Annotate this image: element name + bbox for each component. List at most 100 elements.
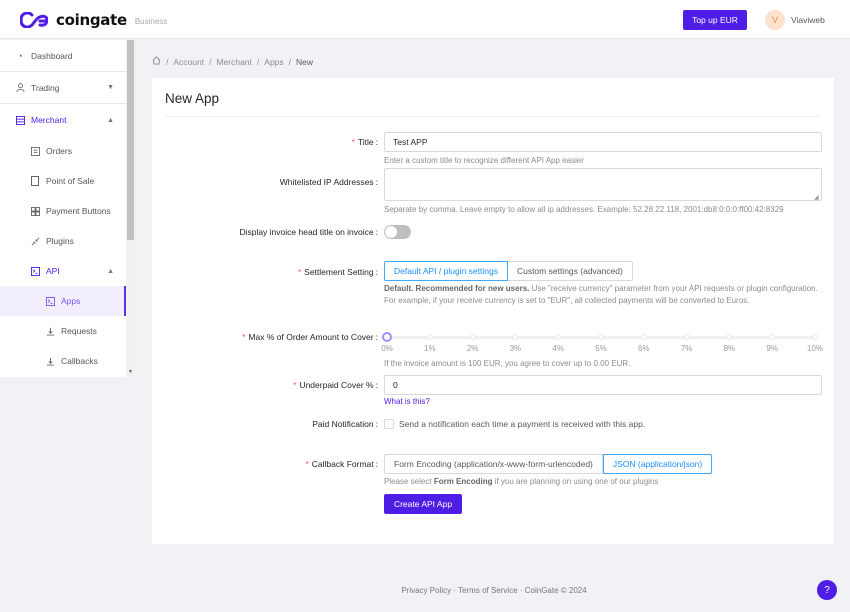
sidebar-item-requests[interactable]: Requests xyxy=(0,316,126,346)
sidebar-item-api[interactable]: API ▲ xyxy=(0,256,126,286)
sidebar-item-label: Apps xyxy=(61,296,81,306)
breadcrumb-separator: / xyxy=(166,56,169,67)
footer-links[interactable]: Privacy Policy · Terms of Service · Coin… xyxy=(0,586,850,595)
sidebar-item-label: API xyxy=(46,266,60,276)
whitelisted-ip-input[interactable] xyxy=(384,168,822,201)
home-icon[interactable] xyxy=(152,56,161,67)
sidebar-item-label: Orders xyxy=(46,146,72,156)
settlement-label: * Settlement Setting: xyxy=(298,267,378,277)
download-icon xyxy=(45,326,55,336)
sidebar-item-apps[interactable]: Apps xyxy=(0,286,126,316)
slider-mark-label[interactable]: 3% xyxy=(510,344,522,353)
slider-mark-label[interactable]: 4% xyxy=(552,344,564,353)
divider xyxy=(165,116,821,117)
sidebar-scrollbar[interactable]: ▼ xyxy=(126,40,135,377)
ip-help: Separate by comma. Leave empty to allow … xyxy=(384,205,784,214)
callback-json-option[interactable]: JSON (application/json) xyxy=(602,454,713,474)
callback-format-label: * Callback Format: xyxy=(305,459,378,469)
chevron-up-icon: ▲ xyxy=(107,267,114,275)
create-api-app-button[interactable]: Create API App xyxy=(384,494,462,514)
slider-mark-label[interactable]: 6% xyxy=(638,344,650,353)
top-up-button[interactable]: Top up EUR xyxy=(683,10,747,30)
sidebar-item-callbacks[interactable]: Callbacks xyxy=(0,346,126,376)
chevron-up-icon: ▲ xyxy=(107,116,114,124)
title-help: Enter a custom title to recognize differ… xyxy=(384,156,584,165)
slider-mark-label[interactable]: 1% xyxy=(424,344,436,353)
slider-step-dot[interactable] xyxy=(683,334,690,340)
sidebar-item-orders[interactable]: Orders xyxy=(0,136,126,166)
title-input[interactable] xyxy=(384,132,822,152)
breadcrumb-separator: / xyxy=(288,56,292,67)
sidebar-item-label: Merchant xyxy=(31,115,67,125)
download-icon xyxy=(45,356,55,366)
user-menu[interactable]: V Viaviweb xyxy=(765,10,825,30)
slider-mark-label[interactable]: 0% xyxy=(381,344,393,353)
settlement-default-option[interactable]: Default API / plugin settings xyxy=(384,261,508,281)
orders-icon xyxy=(30,146,40,156)
slider-mark-label[interactable]: 10% xyxy=(807,344,823,353)
slider-step-dot[interactable] xyxy=(469,334,476,340)
what-is-this-link[interactable]: What is this? xyxy=(384,397,430,406)
sidebar-item-point-of-sale[interactable]: Point of Sale xyxy=(0,166,126,196)
slider-mark-label[interactable]: 9% xyxy=(766,344,778,353)
sidebar-item-label: Plugins xyxy=(46,236,74,246)
breadcrumb-merchant[interactable]: Merchant xyxy=(216,57,251,67)
slider-handle[interactable] xyxy=(382,331,392,342)
help-button[interactable]: ? xyxy=(817,580,837,600)
sidebar-item-label: Point of Sale xyxy=(46,176,95,186)
slider-mark-label[interactable]: 7% xyxy=(681,344,693,353)
slider-step-dot[interactable] xyxy=(812,334,818,340)
slider-step-dot[interactable] xyxy=(555,334,562,340)
slider-step-dot[interactable] xyxy=(598,334,604,340)
paid-notification-text[interactable]: Send a notification each time a payment … xyxy=(399,419,645,429)
new-app-card: New App *Title: Enter a custom title to … xyxy=(152,78,834,544)
sidebar: ◔ Dashboard Trading ▼ Merchant ▲ Orders xyxy=(0,40,135,377)
slider-step-dot[interactable] xyxy=(512,334,519,340)
slider-step-dot[interactable] xyxy=(726,334,733,340)
sidebar-item-plugins[interactable]: Plugins xyxy=(0,226,126,256)
ip-label: Whitelisted IP Addresses: xyxy=(279,177,378,187)
logo-subtitle: Business xyxy=(134,16,168,26)
breadcrumb-account[interactable]: Account xyxy=(173,57,204,67)
store-icon xyxy=(15,115,25,125)
slider-mark-label[interactable]: 5% xyxy=(595,344,607,353)
breadcrumb-separator: / xyxy=(256,56,260,67)
callback-form-encoding-option[interactable]: Form Encoding (application/x-www-form-ur… xyxy=(384,454,603,474)
code-icon xyxy=(30,266,40,276)
logo[interactable]: coingate Business xyxy=(20,11,167,29)
settlement-custom-option[interactable]: Custom settings (advanced) xyxy=(507,261,633,281)
underpaid-cover-input[interactable] xyxy=(384,375,822,395)
scroll-down-arrow-icon[interactable]: ▼ xyxy=(126,369,135,375)
sidebar-item-payment-buttons[interactable]: Payment Buttons xyxy=(0,196,126,226)
sidebar-item-label: Callbacks xyxy=(61,356,98,366)
breadcrumb: / Account / Merchant / Apps / New xyxy=(152,56,318,67)
logo-text: coingate xyxy=(56,11,127,29)
sidebar-item-trading[interactable]: Trading ▼ xyxy=(0,72,126,104)
chevron-down-icon: ▼ xyxy=(107,84,114,91)
slider-mark-label[interactable]: 8% xyxy=(724,344,736,353)
slider-step-dot[interactable] xyxy=(426,334,433,340)
scrollbar-thumb[interactable] xyxy=(127,40,134,240)
paid-notification-label: Paid Notification: xyxy=(312,419,378,429)
resize-handle-icon[interactable]: ◢ xyxy=(814,194,819,201)
switch-knob xyxy=(385,226,397,238)
user-icon xyxy=(15,83,25,93)
slider-step-dot[interactable] xyxy=(640,334,647,340)
slider-mark-label[interactable]: 2% xyxy=(467,344,479,353)
paid-notification-checkbox[interactable] xyxy=(384,419,394,429)
sidebar-item-merchant[interactable]: Merchant ▲ xyxy=(0,104,126,136)
slider-step-dot[interactable] xyxy=(769,334,776,340)
code-icon xyxy=(45,296,55,306)
sidebar-item-label: Dashboard xyxy=(31,50,73,61)
sidebar-item-dashboard[interactable]: ◔ Dashboard xyxy=(0,40,126,72)
user-name: Viaviweb xyxy=(791,15,825,25)
max-cover-slider[interactable]: 0% 1% 2% 3% 4% 5% 6% 7% 8% 9% 10% xyxy=(381,331,823,358)
settlement-help: Default. Recommended for new users. Use … xyxy=(384,284,818,305)
max-cover-help: If the invoice amount is 100 EUR, you ag… xyxy=(384,359,631,368)
breadcrumb-apps[interactable]: Apps xyxy=(264,57,283,67)
invoice-title-switch[interactable] xyxy=(384,225,411,239)
coingate-logo-icon xyxy=(20,12,48,28)
tablet-icon xyxy=(30,176,40,186)
callback-help: Please select Form Encoding if you are p… xyxy=(384,477,659,486)
max-cover-label: * Max % of Order Amount to Cover: xyxy=(242,332,378,342)
